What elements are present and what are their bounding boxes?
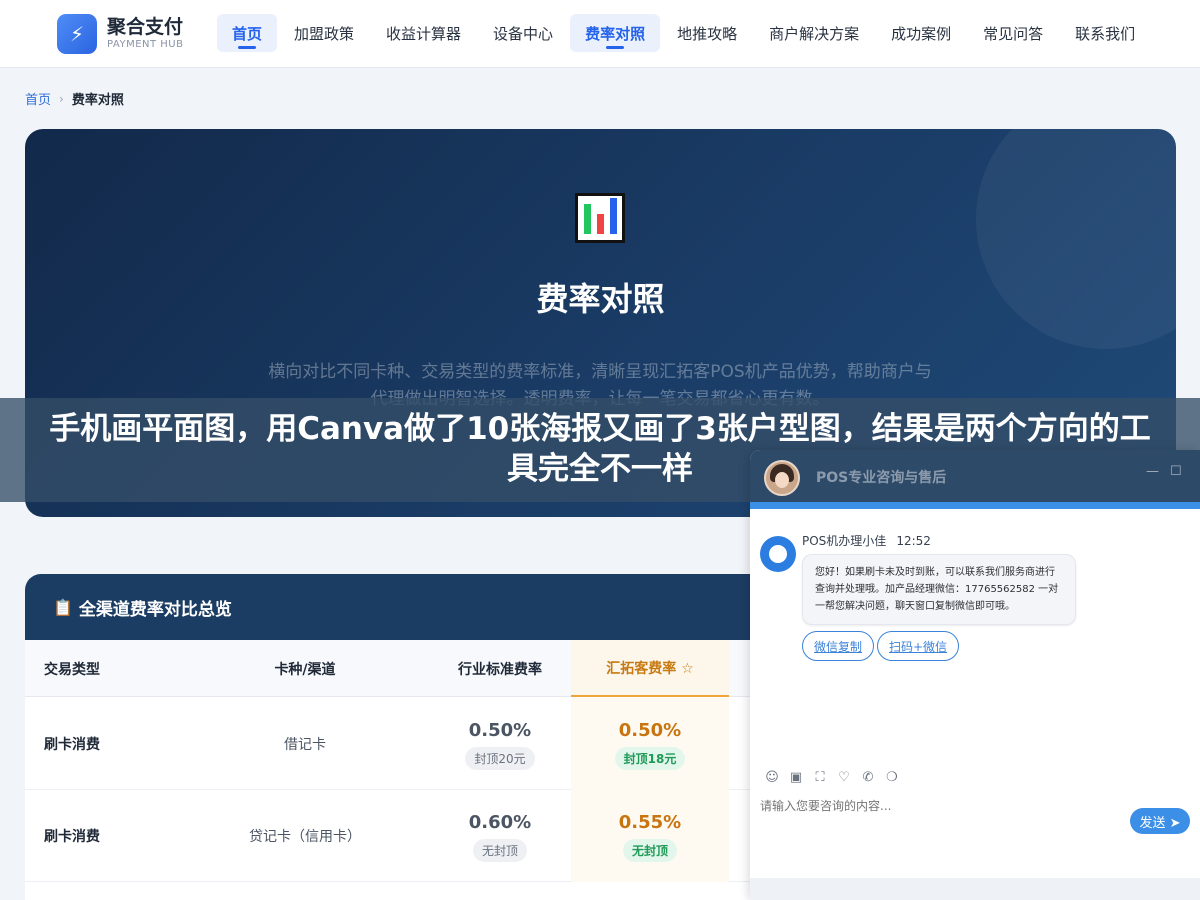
standard-rate-cap: 封顶20元 [465,746,535,770]
message-time: 12:52 [896,534,931,548]
chat-accent-strip [750,502,1200,509]
nav-item-strategy[interactable]: 地推攻略 [662,14,752,52]
standard-rate-cap: 无封顶 [472,838,527,862]
message-bubble: 您好！如果刷卡未及时到账，可以联系我们服务商进行查询并处理哦。加产品经理微信：1… [802,554,1076,625]
agent-name-line: POS机办理小佳 12:52 [802,532,931,549]
clipboard-icon: 📋 [53,597,73,617]
image-icon[interactable]: ▣ [784,770,808,785]
wechat-icon[interactable]: ❍ [880,770,904,785]
our-rate-value: 0.55% [618,811,682,833]
cell-card: 借记卡 [284,737,326,753]
chat-toolbar: ☺ ▣ ⛶ ♡ ✆ ❍ [760,770,904,785]
logo-subtitle: PAYMENT HUB [107,39,184,50]
logo-name: 聚合支付 [107,16,184,38]
site-header: ⚡ 聚合支付 PAYMENT HUB 首页 加盟政策 收益计算器 设备中心 费率… [0,0,1200,68]
nav-item-devices[interactable]: 设备中心 [478,14,568,52]
our-rate-cap: 封顶18元 [614,746,686,770]
cell-type: 刷卡消费 [44,829,100,845]
card-title: 全渠道费率对比总览 [78,599,232,620]
cell-our-rate: 0.55% 无封顶 [571,790,729,882]
nav-item-franchise[interactable]: 加盟政策 [279,14,369,52]
our-rate-value: 0.50% [618,719,682,741]
bar-chart-icon [575,193,625,243]
chat-title: POS专业咨询与售后 [816,470,947,486]
column-header-standard-rate: 行业标准费率 [458,661,542,678]
nav-item-solutions[interactable]: 商户解决方案 [754,14,874,52]
cell-standard-rate: 0.50% 封顶20元 [435,698,565,790]
standard-rate-value: 0.60% [468,811,532,833]
chat-footer [750,878,1200,900]
nav-item-faq[interactable]: 常见问答 [968,14,1058,52]
copy-wechat-button[interactable]: 微信复制 [802,631,875,661]
page-title: 费率对照 [536,280,665,318]
cell-our-rate: 0.50% 封顶18元 [571,698,729,790]
breadcrumb-current: 费率对照 [71,93,124,108]
nav-item-home[interactable]: 首页 [217,14,278,52]
cell-standard-rate: 0.60% 无封顶 [435,790,565,882]
agent-name: POS机办理小佳 [802,534,887,548]
nav-item-rates[interactable]: 费率对照 [570,14,661,52]
logo[interactable]: ⚡ 聚合支付 PAYMENT HUB [57,14,183,54]
breadcrumb: 首页 › 费率对照 [25,89,124,109]
breadcrumb-home-link[interactable]: 首页 [25,89,51,108]
send-button[interactable]: 发送 ➤ [1130,808,1190,834]
support-avatar [764,460,800,496]
column-header-our-rate: 汇拓客费率 ☆ [571,640,729,697]
chat-header: POS专业咨询与售后 — ☐ [750,450,1200,502]
scan-wechat-button[interactable]: 扫码+微信 [877,631,960,661]
favorite-icon[interactable]: ♡ [832,770,856,785]
chat-widget: POS专业咨询与售后 — ☐ POS机办理小佳 12:52 您好！如果刷卡未及时到… [750,450,1200,900]
cell-type: 刷卡消费 [44,737,100,753]
breadcrumb-separator: › [59,91,64,106]
standard-rate-value: 0.50% [468,719,532,741]
nav-item-cases[interactable]: 成功案例 [876,14,966,52]
chat-message-input[interactable] [760,799,1120,813]
lightning-icon: ⚡ [57,14,97,54]
screenshot-icon[interactable]: ⛶ [808,770,832,785]
minimize-icon[interactable]: — [1146,464,1159,479]
maximize-icon[interactable]: ☐ [1170,464,1182,479]
nav-item-calculator[interactable]: 收益计算器 [371,14,476,52]
column-header-type: 交易类型 [44,661,100,678]
main-nav: 首页 加盟政策 收益计算器 设备中心 费率对照 地推攻略 商户解决方案 成功案例… [217,14,1152,52]
nav-item-contact[interactable]: 联系我们 [1060,14,1150,52]
agent-avatar [760,536,796,572]
phone-icon[interactable]: ✆ [856,770,880,785]
cell-card: 贷记卡（信用卡） [249,829,361,845]
our-rate-cap: 无封顶 [622,838,677,862]
column-header-card: 卡种/渠道 [274,661,336,678]
emoji-icon[interactable]: ☺ [760,770,784,785]
